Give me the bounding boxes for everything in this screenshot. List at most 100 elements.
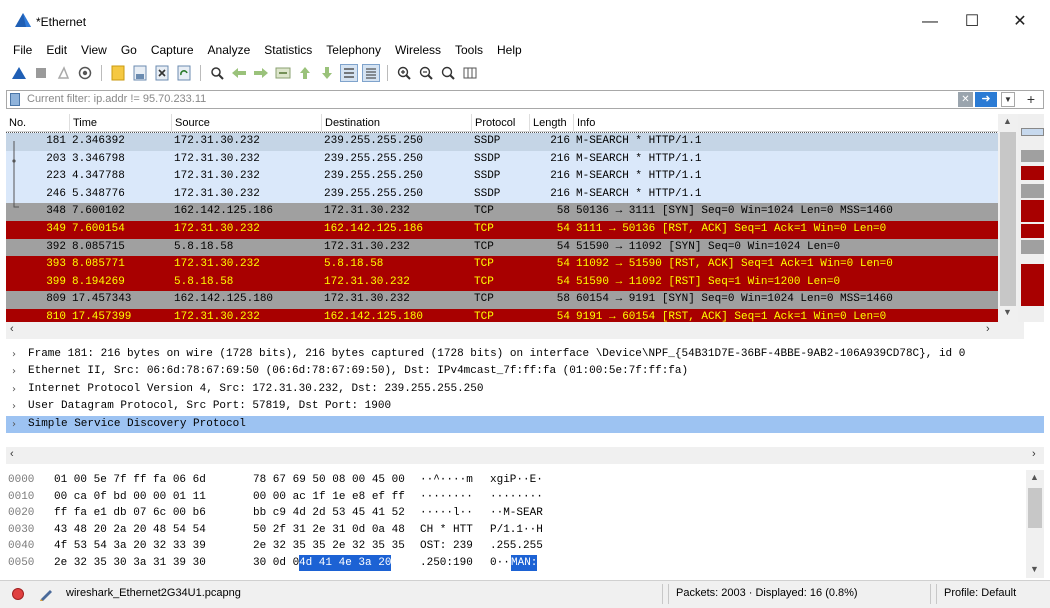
packet-row[interactable]: 348 7.600102 162.142.125.186 172.31.30.232 T… (6, 203, 998, 221)
forward-icon[interactable] (252, 64, 270, 82)
packet-row[interactable]: 810 17.457399 172.31.30.232 162.142.125.180… (6, 309, 998, 322)
menu-help[interactable]: Help (490, 40, 529, 60)
packet-row[interactable]: 392 8.085715 5.8.18.58 172.31.30.232 TCP 54 51… (6, 238, 998, 257)
zoom-in-icon[interactable] (395, 64, 413, 82)
scroll-right-icon[interactable]: › (986, 323, 990, 335)
column-header-protocol[interactable]: Protocol (472, 114, 530, 132)
menu-edit[interactable]: Edit (39, 40, 74, 60)
scrollbar-thumb[interactable] (1000, 132, 1016, 306)
scroll-left-icon[interactable]: ‹ (10, 448, 14, 460)
cell-source: 172.31.30.232 (174, 311, 260, 322)
bookmark-icon[interactable] (10, 93, 20, 106)
menu-statistics[interactable]: Statistics (257, 40, 319, 60)
expand-chevron-icon[interactable]: › (12, 363, 16, 380)
detail-tree-item[interactable]: › Ethernet II, Src: 06:6d:78:67:69:50 (06… (6, 363, 1044, 380)
column-header-no[interactable]: No. (6, 114, 70, 132)
cell-source: 172.31.30.232 (174, 170, 260, 183)
reload-icon[interactable] (175, 64, 193, 82)
hex-offset: 0050 (8, 557, 35, 569)
clear-filter-icon[interactable]: ✕ (958, 92, 973, 107)
edit-comment-icon[interactable] (38, 586, 54, 602)
expand-chevron-icon[interactable]: › (12, 346, 16, 363)
status-divider (930, 584, 931, 604)
expand-chevron-icon[interactable]: › (12, 398, 16, 415)
packet-list-hscrollbar[interactable]: ‹ › (6, 322, 1024, 339)
goto-icon[interactable] (274, 64, 292, 82)
close-file-icon[interactable] (153, 64, 171, 82)
cell-no: 392 (46, 240, 66, 253)
open-file-icon[interactable] (109, 64, 127, 82)
scroll-up-icon[interactable]: ▲ (1003, 116, 1012, 126)
packet-row[interactable]: 399 8.194269 5.8.18.58 172.31.30.232 TCP 54 51… (6, 273, 998, 292)
menu-telephony[interactable]: Telephony (319, 40, 388, 60)
save-file-icon[interactable] (131, 64, 149, 82)
menu-wireless[interactable]: Wireless (388, 40, 448, 60)
last-icon[interactable] (318, 64, 336, 82)
cell-time: 2.346392 (72, 135, 125, 147)
restart-icon[interactable] (54, 64, 72, 82)
autoscroll-icon[interactable] (340, 64, 358, 82)
cell-source: 172.31.30.232 (174, 258, 260, 271)
find-icon[interactable] (208, 64, 226, 82)
menu-file[interactable]: File (6, 40, 39, 60)
details-hscrollbar[interactable]: ‹ › (6, 447, 1044, 464)
packet-row[interactable]: 223 4.347788 172.31.30.232 239.255.255.250 S… (6, 168, 998, 186)
zoom-out-icon[interactable] (417, 64, 435, 82)
cell-length: 216 (550, 187, 570, 200)
hex-bytes: 2e 32 35 35 2e 32 35 35 (253, 540, 405, 553)
close-button[interactable]: ✕ (1000, 10, 1040, 34)
hex-offset: 0030 (8, 523, 35, 536)
cell-no: 810 (46, 311, 66, 322)
packet-minimap[interactable] (1018, 114, 1044, 322)
packet-row[interactable]: 809 17.457343 162.142.125.180 172.31.30.232… (6, 291, 998, 309)
menu-view[interactable]: View (74, 40, 114, 60)
column-header-destination[interactable]: Destination (322, 114, 472, 132)
menu-tools[interactable]: Tools (448, 40, 490, 60)
minimize-button[interactable]: — (910, 10, 950, 34)
expert-info-icon[interactable] (12, 588, 24, 600)
scrollbar-thumb[interactable] (1028, 488, 1042, 528)
display-filter-input[interactable]: Current filter: ip.addr != 95.70.233.11 (27, 93, 206, 105)
stop-icon[interactable] (32, 64, 50, 82)
scroll-left-icon[interactable]: ‹ (10, 323, 14, 335)
detail-tree-item[interactable]: › Internet Protocol Version 4, Src: 172.3… (6, 381, 1044, 398)
scroll-down-icon[interactable]: ▼ (1030, 564, 1039, 574)
scroll-up-icon[interactable]: ▲ (1030, 472, 1039, 482)
back-icon[interactable] (230, 64, 248, 82)
add-filter-button-icon[interactable]: + (1027, 91, 1035, 108)
expand-chevron-icon[interactable]: › (12, 416, 16, 433)
apply-filter-icon[interactable]: ➜ (975, 92, 997, 107)
shark-fin-start-icon[interactable] (10, 64, 28, 82)
detail-tree-item[interactable]: › Frame 181: 216 bytes on wire (1728 bits… (6, 346, 1044, 363)
detail-tree-item[interactable]: › User Datagram Protocol, Src Port: 57819… (6, 398, 1044, 415)
packet-list-scrollbar[interactable]: ▲ ▼ (998, 114, 1018, 322)
packet-row[interactable]: 349 7.600154 172.31.30.232 162.142.125.186 T… (6, 221, 998, 239)
packet-row[interactable]: 181 2.346392 172.31.30.232 239.255.255.250 S… (6, 132, 999, 152)
zoom-reset-icon[interactable] (439, 64, 457, 82)
options-icon[interactable] (76, 64, 94, 82)
first-icon[interactable] (296, 64, 314, 82)
column-header-info[interactable]: Info (574, 114, 998, 132)
bytes-scrollbar[interactable]: ▲ ▼ (1026, 470, 1044, 578)
filter-history-chevron-icon[interactable]: ▼ (1001, 92, 1015, 107)
column-header-source[interactable]: Source (172, 114, 322, 132)
cell-info: 9191 → 60154 [RST, ACK] Seq=1 Ack=1 Win=… (576, 311, 887, 322)
menu-capture[interactable]: Capture (144, 40, 201, 60)
maximize-button[interactable]: ☐ (952, 10, 992, 34)
menu-go[interactable]: Go (114, 40, 144, 60)
menu-analyze[interactable]: Analyze (201, 40, 258, 60)
colorize-icon[interactable] (362, 64, 380, 82)
packet-row[interactable]: 246 5.348776 172.31.30.232 239.255.255.250 S… (6, 185, 998, 204)
expand-chevron-icon[interactable]: › (12, 381, 16, 398)
column-header-length[interactable]: Length (530, 114, 574, 132)
scroll-down-icon[interactable]: ▼ (1003, 307, 1012, 317)
profile-label[interactable]: Profile: Default (944, 587, 1016, 599)
column-header-time[interactable]: Time (70, 114, 172, 132)
detail-tree-item[interactable]: › Simple Service Discovery Protocol (6, 415, 1044, 433)
packet-row[interactable]: 203 3.346798 172.31.30.232 239.255.255.250 S… (6, 150, 998, 169)
scroll-right-icon[interactable]: › (1032, 448, 1036, 460)
cell-source: 172.31.30.232 (174, 187, 260, 200)
cell-protocol: TCP (474, 293, 494, 306)
packet-row[interactable]: 393 8.085771 172.31.30.232 5.8.18.58 TCP 54 11… (6, 256, 998, 274)
resize-columns-icon[interactable] (461, 64, 479, 82)
